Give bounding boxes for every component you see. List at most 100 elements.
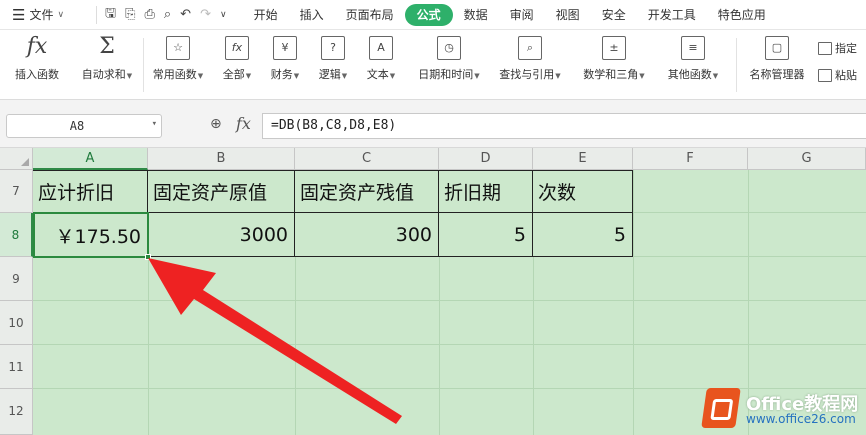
math-icon: ± — [602, 36, 626, 60]
chevron-down-icon: ∨ — [57, 9, 65, 20]
name-manager-label: 名称管理器 — [749, 68, 805, 81]
finance-label: 财务 — [270, 68, 293, 81]
tab-security[interactable]: 安全 — [591, 4, 637, 26]
dropdown-arrow-icon: ▼ — [712, 72, 719, 80]
gridline — [633, 212, 866, 213]
column-header-c[interactable]: C — [295, 148, 439, 170]
cell-b7[interactable]: 固定资产原值 — [148, 170, 295, 213]
cell-a7[interactable]: 应计折旧 — [33, 170, 148, 213]
finance-button[interactable]: ¥ 财务▼ — [266, 36, 304, 82]
menu-tabs: 开始 插入 页面布局 公式 数据 审阅 视图 安全 开发工具 特色应用 — [243, 3, 777, 26]
column-header-g[interactable]: G — [748, 148, 866, 170]
save-icon[interactable]: 🖫 — [105, 4, 116, 26]
column-header-f[interactable]: F — [633, 148, 748, 170]
column-header-b[interactable]: B — [148, 148, 295, 170]
date-time-button[interactable]: ◷ 日期和时间▼ — [410, 36, 488, 82]
gridline — [33, 344, 866, 345]
row-header-9[interactable]: 9 — [0, 257, 33, 301]
specify-icon — [818, 41, 832, 55]
date-time-label: 日期和时间 — [418, 68, 474, 81]
autosum-button[interactable]: Σ 自动求和▼ — [76, 36, 138, 82]
watermark-url: www.office26.com — [746, 412, 856, 426]
name-box-value: A8 — [69, 119, 85, 133]
export-icon[interactable]: ⎘ — [125, 7, 135, 22]
print-preview-icon[interactable]: ⌕ — [164, 7, 171, 22]
insert-function-button[interactable]: fx 插入函数 — [10, 36, 64, 82]
cell-c8[interactable]: 300 — [295, 213, 439, 257]
lookup-icon: ⌕ — [518, 36, 542, 60]
formula-input[interactable]: =DB(B8,C8,D8,E8) — [262, 113, 866, 139]
clock-icon: ◷ — [437, 36, 461, 60]
cell-a8-active[interactable]: ￥175.50 — [33, 212, 149, 258]
specify-button[interactable]: 指定 — [818, 40, 857, 56]
watermark-logo: Office教程网 www.office26.com — [700, 384, 866, 435]
zoom-icon[interactable]: ⊕ — [210, 116, 222, 132]
tab-formulas[interactable]: 公式 — [404, 3, 453, 26]
column-header-d[interactable]: D — [439, 148, 533, 170]
quick-access-toolbar: 🖫 ⎘ ⎙ ⌕ ↶ ↷ ∨ — [96, 4, 227, 26]
gridline — [633, 256, 866, 257]
tab-view[interactable]: 视图 — [545, 4, 591, 26]
ribbon: fx 插入函数 Σ 自动求和▼ ☆ 常用函数▼ fx 全部▼ ¥ 财务▼ ? 逻… — [0, 30, 866, 100]
cell-d7[interactable]: 折旧期 — [439, 170, 533, 213]
row-header-12[interactable]: 12 — [0, 389, 33, 435]
print-icon[interactable]: ⎙ — [144, 7, 154, 22]
more-functions-button[interactable]: ≡ 其他函数▼ — [662, 36, 724, 82]
logic-button[interactable]: ? 逻辑▼ — [314, 36, 352, 82]
paste-button[interactable]: 粘贴 — [818, 67, 857, 83]
select-all-corner[interactable] — [0, 148, 33, 170]
logic-label: 逻辑 — [318, 68, 341, 81]
specify-label: 指定 — [835, 42, 857, 55]
tab-developer[interactable]: 开发工具 — [637, 4, 707, 26]
row-header-8[interactable]: 8 — [0, 213, 33, 257]
tab-data[interactable]: 数据 — [453, 4, 499, 26]
gridline — [633, 170, 634, 435]
column-header-e[interactable]: E — [533, 148, 633, 170]
file-menu-label: 文件 — [29, 8, 54, 22]
redo-icon[interactable]: ↷ — [200, 7, 211, 22]
fill-handle[interactable] — [145, 254, 151, 260]
undo-icon[interactable]: ↶ — [180, 7, 191, 22]
dropdown-arrow-icon: ▼ — [126, 72, 133, 80]
dropdown-arrow-icon: ▼ — [197, 72, 204, 80]
text-functions-button[interactable]: A 文本▼ — [362, 36, 400, 82]
dropdown-arrow-icon: ▼ — [639, 72, 645, 80]
tab-special[interactable]: 特色应用 — [707, 4, 777, 26]
ribbon-divider — [143, 38, 144, 92]
tab-review[interactable]: 审阅 — [499, 4, 545, 26]
more-functions-icon: ≡ — [681, 36, 705, 60]
cell-e8[interactable]: 5 — [533, 213, 633, 257]
lookup-reference-button[interactable]: ⌕ 查找与引用▼ — [494, 36, 566, 82]
row-header-7[interactable]: 7 — [0, 170, 33, 213]
tab-insert[interactable]: 插入 — [289, 4, 335, 26]
cell-b8[interactable]: 3000 — [148, 213, 295, 257]
row-header-10[interactable]: 10 — [0, 301, 33, 345]
tab-page-layout[interactable]: 页面布局 — [335, 4, 405, 26]
math-trig-button[interactable]: ± 数学和三角▼ — [578, 36, 650, 82]
fx-icon[interactable]: fx — [236, 114, 251, 133]
chevron-down-icon[interactable]: ▾ — [152, 119, 157, 129]
common-functions-label: 常用函数 — [152, 68, 197, 81]
formula-bar: A8 ▾ ⊕ fx =DB(B8,C8,D8,E8) — [0, 100, 866, 148]
name-manager-button[interactable]: ▢ 名称管理器 — [744, 36, 810, 82]
common-functions-button[interactable]: ☆ 常用函数▼ — [148, 36, 208, 82]
name-box[interactable]: A8 ▾ — [6, 114, 162, 138]
more-functions-label: 其他函数 — [667, 68, 712, 81]
dropdown-arrow-icon: ▼ — [293, 72, 300, 80]
column-header-a[interactable]: A — [33, 148, 148, 170]
gridline — [33, 300, 866, 301]
file-menu[interactable]: ☰ 文件 ∨ — [0, 6, 90, 24]
sigma-icon: Σ — [95, 36, 119, 60]
finance-icon: ¥ — [273, 36, 297, 60]
name-manager-icon: ▢ — [765, 36, 789, 60]
all-functions-button[interactable]: fx 全部▼ — [219, 36, 255, 82]
row-header-11[interactable]: 11 — [0, 345, 33, 389]
all-functions-icon: fx — [225, 36, 249, 60]
all-functions-label: 全部 — [222, 68, 245, 81]
ribbon-divider — [736, 38, 737, 92]
customize-chevron-icon[interactable]: ∨ — [220, 10, 227, 20]
cell-e7[interactable]: 次数 — [533, 170, 633, 213]
cell-d8[interactable]: 5 — [439, 213, 533, 257]
cell-c7[interactable]: 固定资产残值 — [295, 170, 439, 213]
tab-home[interactable]: 开始 — [243, 4, 289, 26]
